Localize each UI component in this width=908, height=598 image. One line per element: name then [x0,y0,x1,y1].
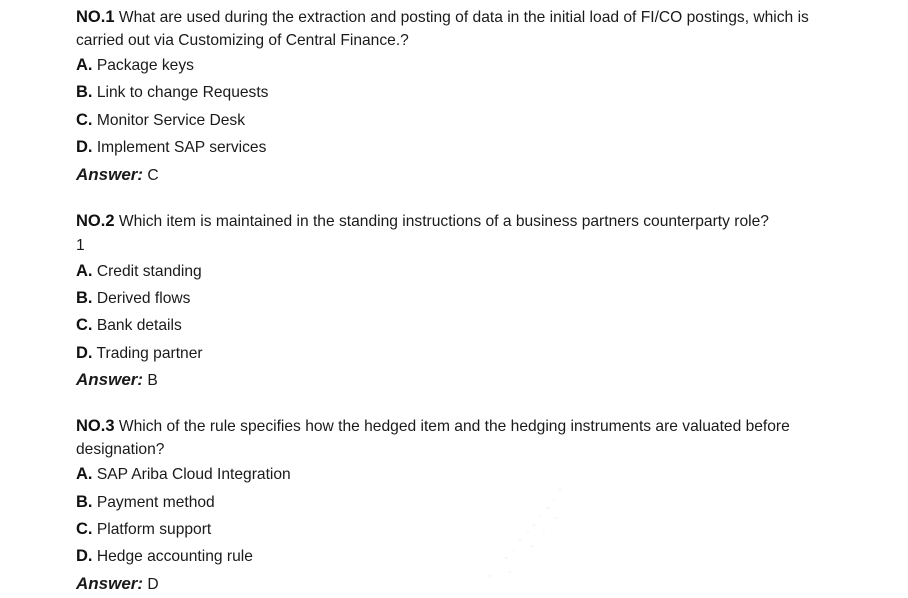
question-number: NO.1 [76,8,115,26]
option-letter: A. [76,261,93,280]
question-3: NO.3 Which of the rule specifies how the… [76,415,856,598]
option-c: C. Monitor Service Desk [76,107,856,134]
option-letter: A. [76,56,93,74]
option-d: D. Hedge accounting rule [76,543,856,570]
question-text: NO.2 Which item is maintained in the sta… [76,210,856,233]
question-text: NO.1 What are used during the extraction… [76,6,856,52]
option-letter: B. [76,83,93,102]
answer-line: Answer: B [76,367,856,394]
option-letter: D. [76,343,93,362]
question-1: NO.1 What are used during the extraction… [76,6,856,189]
option-b: B. Payment method [76,489,856,516]
option-text: Bank details [92,317,182,335]
option-letter: D. [76,138,93,157]
option-letter: C. [76,316,93,335]
option-text: Monitor Service Desk [92,111,246,129]
option-text: Link to change Requests [92,84,269,102]
option-d: D. Implement SAP services [76,134,856,161]
question-2: NO.2 Which item is maintained in the sta… [76,210,856,395]
option-a: A. Credit standing [76,258,856,285]
option-c: C. Platform support [76,516,856,543]
option-letter: B. [76,289,93,308]
answer-value: C [143,166,159,184]
question-number: NO.3 [76,417,115,436]
option-b: B. Link to change Requests [76,79,856,106]
option-letter: D. [76,547,93,566]
option-text: Package keys [92,57,194,74]
answer-label: Answer: [76,573,144,593]
question-body: Which of the rule specifies how the hedg… [76,418,790,459]
option-text: Credit standing [92,262,202,280]
question-extra-line: 1 [76,236,85,254]
option-text: SAP Ariba Cloud Integration [92,466,291,484]
option-text: Derived flows [92,290,191,308]
option-letter: C. [76,110,93,129]
answer-label: Answer: [76,164,144,184]
option-letter: B. [76,492,93,511]
answer-line: Answer: D [76,571,856,598]
question-number: NO.2 [76,211,115,230]
option-c: C. Bank details [76,312,856,339]
document-page: NO.1 What are used during the extraction… [76,6,856,598]
answer-line: Answer: C [76,162,856,189]
option-text: Implement SAP services [92,139,267,157]
answer-value: D [143,575,159,593]
question-body: Which item is maintained in the standing… [114,212,769,230]
option-b: B. Derived flows [76,285,856,312]
question-body: What are used during the extraction and … [76,9,809,49]
option-text: Hedge accounting rule [92,548,253,566]
option-letter: C. [76,520,93,539]
option-d: D. Trading partner [76,340,856,367]
option-a: A. SAP Ariba Cloud Integration [76,461,856,488]
question-text: NO.3 Which of the rule specifies how the… [76,415,856,461]
option-text: Trading partner [92,344,203,362]
option-text: Payment method [92,493,215,511]
option-letter: A. [76,465,93,484]
option-a: A. Package keys [76,52,856,79]
option-text: Platform support [92,521,212,539]
answer-label: Answer: [76,370,144,390]
answer-value: B [143,372,158,390]
